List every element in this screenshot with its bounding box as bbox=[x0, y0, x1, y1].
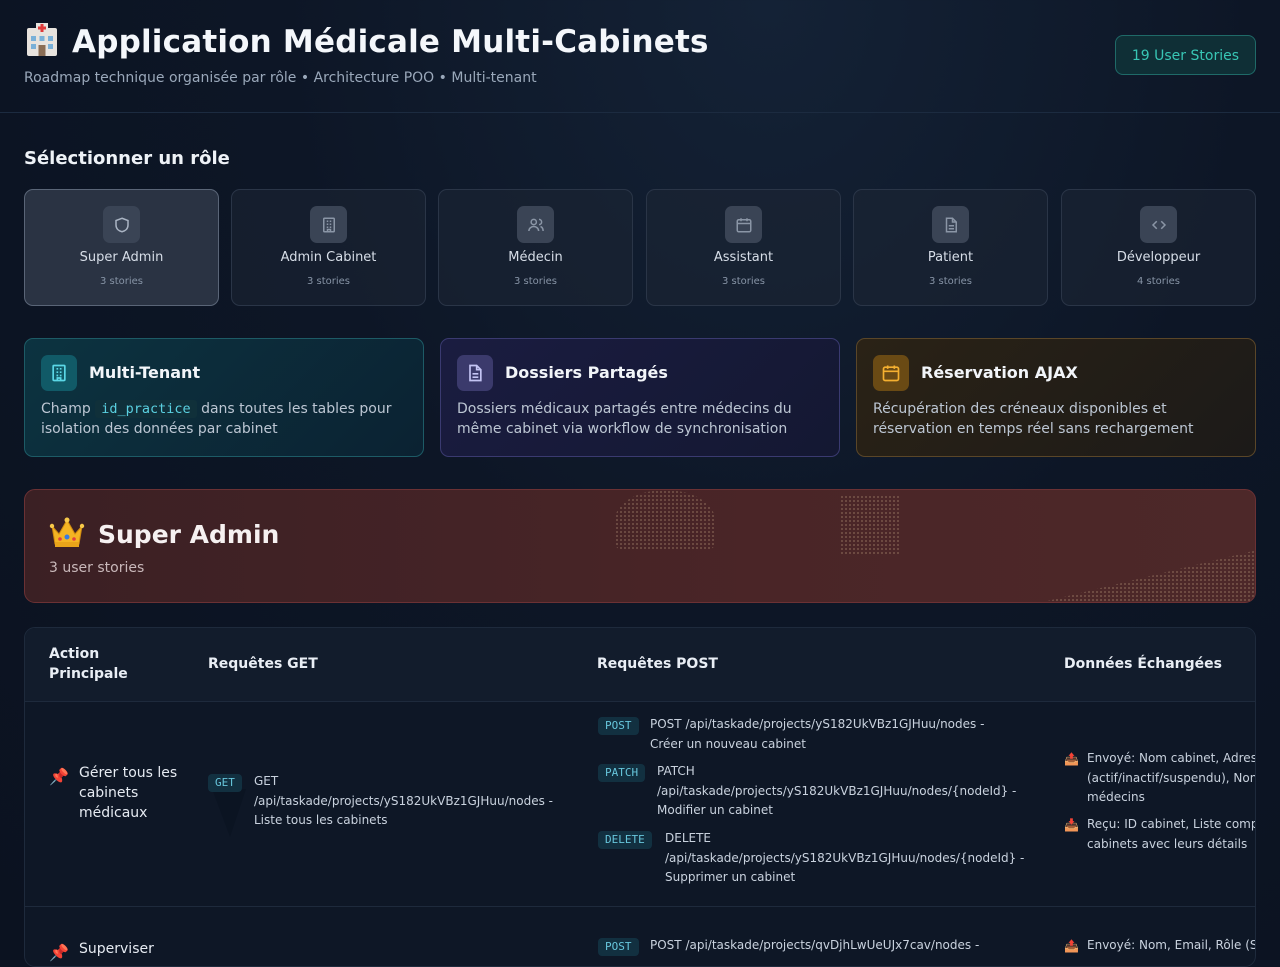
data-line: cabinets avec leurs détails bbox=[1087, 836, 1248, 851]
role-name: Admin Cabinet bbox=[280, 250, 377, 265]
delete-request: DELETE /api/taskade/projects/yS182UkVBz1… bbox=[665, 831, 1025, 884]
role-story-count: 3 stories bbox=[721, 276, 766, 287]
role-story-count: 4 stories bbox=[1136, 276, 1181, 287]
feature-desc-part: Champ bbox=[41, 401, 91, 417]
method-tag-patch: PATCH bbox=[598, 764, 646, 782]
table-row[interactable]: 📌 Superviser POST POST /api/taskade/proj… bbox=[25, 907, 1256, 966]
document-icon bbox=[932, 206, 969, 243]
user-stories-badge[interactable]: 19 User Stories bbox=[1114, 35, 1256, 75]
get-request: GET /api/taskade/projects/yS182UkVBz1GJH… bbox=[254, 774, 553, 827]
method-tag-get: GET bbox=[208, 774, 242, 792]
method-tag-post: POST bbox=[598, 717, 639, 735]
feature-card-multi-tenant: Multi-Tenant Champ id_practice dans tout… bbox=[24, 338, 424, 457]
table-row[interactable]: 📌 Gérer tous les cabinets médicaux GET G… bbox=[25, 701, 1256, 907]
role-card-admin-cabinet[interactable]: Admin Cabinet 3 stories bbox=[231, 189, 426, 306]
role-selector: Super Admin 3 stories Admin Cabinet 3 st… bbox=[24, 189, 1256, 306]
role-card-patient[interactable]: Patient 3 stories bbox=[853, 189, 1048, 306]
building-icon bbox=[41, 355, 77, 391]
role-banner-title-text: Super Admin bbox=[98, 520, 280, 549]
calendar-icon bbox=[725, 206, 762, 243]
column-header-action: Action Principale bbox=[49, 646, 128, 682]
data-received: Reçu: ID cabinet, Liste comp cabinets av… bbox=[1087, 815, 1256, 854]
role-name: Développeur bbox=[1116, 250, 1201, 265]
role-story-count: 3 stories bbox=[99, 276, 144, 287]
role-banner-title: Super Admin bbox=[49, 516, 279, 549]
feature-description: Récupération des créneaux disponibles et… bbox=[873, 401, 1194, 437]
code-snippet: id_practice bbox=[95, 400, 197, 418]
method-tag-post: POST bbox=[598, 938, 639, 956]
role-name: Super Admin bbox=[79, 250, 164, 265]
users-icon bbox=[517, 206, 554, 243]
crown-icon bbox=[49, 516, 85, 548]
pin-icon: 📌 bbox=[49, 767, 69, 786]
data-line: Reçu: ID cabinet, Liste comp bbox=[1087, 817, 1256, 831]
method-tag-delete: DELETE bbox=[598, 831, 652, 849]
patch-request: PATCH /api/taskade/projects/yS182UkVBz1G… bbox=[657, 764, 1017, 817]
column-header-data: Données Échangées bbox=[1064, 656, 1222, 672]
role-story-count: 3 stories bbox=[513, 276, 558, 287]
role-card-developpeur[interactable]: Développeur 4 stories bbox=[1061, 189, 1256, 306]
role-story-count: 3 stories bbox=[306, 276, 351, 287]
feature-title: Réservation AJAX bbox=[921, 363, 1078, 382]
page-title: Application Médicale Multi-Cabinets bbox=[24, 22, 709, 60]
building-icon bbox=[310, 206, 347, 243]
feature-card-reservation-ajax: Réservation AJAX Récupération des crénea… bbox=[856, 338, 1256, 457]
feature-title: Dossiers Partagés bbox=[505, 363, 668, 382]
pin-icon: 📌 bbox=[49, 943, 69, 962]
user-stories-table: Action Principale Requêtes GET Requêtes … bbox=[24, 627, 1256, 967]
role-banner: Super Admin 3 user stories bbox=[24, 489, 1256, 603]
feature-desc-part: dans toutes les tables pour isolation de… bbox=[41, 401, 392, 437]
outbox-icon: 📤 bbox=[1064, 939, 1079, 953]
inbox-icon: 📥 bbox=[1064, 818, 1079, 832]
feature-description: Champ id_practice dans toutes les tables… bbox=[41, 399, 411, 439]
outbox-icon: 📤 bbox=[1064, 752, 1079, 766]
role-name: Médecin bbox=[508, 250, 563, 265]
shield-icon bbox=[103, 206, 140, 243]
data-sent: Envoyé: Nom cabinet, Adres (actif/inacti… bbox=[1087, 749, 1256, 808]
role-section-title: Sélectionner un rôle bbox=[24, 148, 230, 169]
post-request: POST /api/taskade/projects/yS182UkVBz1GJ… bbox=[650, 717, 985, 751]
row-action: Gérer tous les cabinets médicaux bbox=[79, 765, 178, 821]
page-title-text: Application Médicale Multi-Cabinets bbox=[72, 24, 709, 60]
page-subtitle: Roadmap technique organisée par rôle • A… bbox=[24, 70, 537, 86]
row-action: Superviser bbox=[79, 941, 154, 957]
role-card-medecin[interactable]: Médecin 3 stories bbox=[438, 189, 633, 306]
feature-description: Dossiers médicaux partagés entre médecin… bbox=[457, 401, 792, 437]
page-header: Application Médicale Multi-Cabinets Road… bbox=[0, 0, 1280, 113]
feature-title: Multi-Tenant bbox=[89, 363, 201, 382]
column-header-get: Requêtes GET bbox=[208, 656, 318, 672]
role-banner-count: 3 user stories bbox=[49, 560, 145, 576]
banner-decoration bbox=[1035, 550, 1255, 602]
role-name: Assistant bbox=[713, 250, 774, 265]
code-icon bbox=[1140, 206, 1177, 243]
feature-card-dossiers-partages: Dossiers Partagés Dossiers médicaux part… bbox=[440, 338, 840, 457]
calendar-icon bbox=[873, 355, 909, 391]
role-story-count: 3 stories bbox=[928, 276, 973, 287]
data-line: (actif/inactif/suspendu), Non bbox=[1087, 770, 1256, 785]
banner-decoration bbox=[840, 495, 900, 555]
banner-decoration bbox=[615, 490, 715, 550]
role-card-super-admin[interactable]: Super Admin 3 stories bbox=[24, 189, 219, 306]
data-sent: Envoyé: Nom, Email, Rôle (S bbox=[1087, 938, 1256, 952]
column-header-post: Requêtes POST bbox=[597, 656, 718, 672]
table-header: Action Principale Requêtes GET Requêtes … bbox=[25, 628, 1255, 702]
data-line: Envoyé: Nom cabinet, Adres bbox=[1087, 751, 1256, 765]
post-request: POST /api/taskade/projects/qvDjhLwUeUJx7… bbox=[650, 938, 980, 952]
data-line: médecins bbox=[1087, 790, 1145, 804]
hospital-icon bbox=[24, 22, 60, 56]
role-name: Patient bbox=[927, 250, 974, 265]
role-card-assistant[interactable]: Assistant 3 stories bbox=[646, 189, 841, 306]
document-icon bbox=[457, 355, 493, 391]
